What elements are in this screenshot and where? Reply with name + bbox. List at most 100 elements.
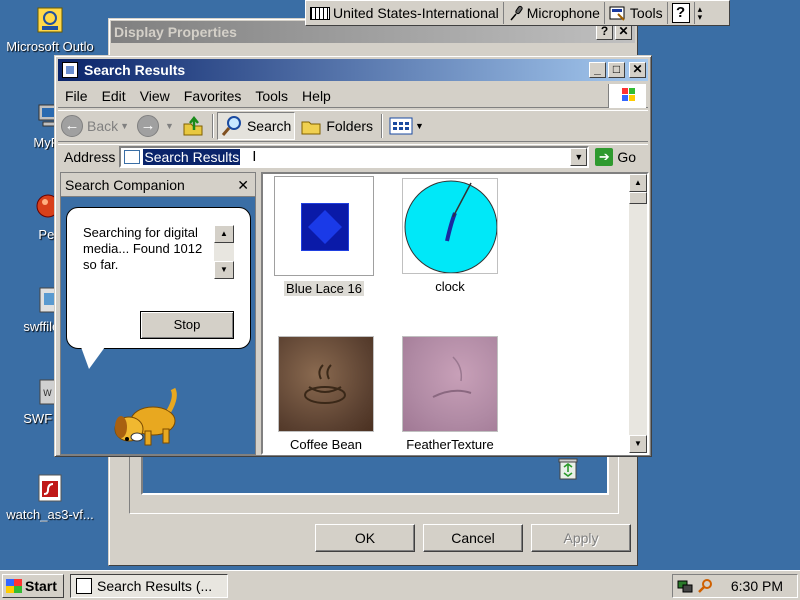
keyboard-icon [310, 6, 330, 20]
scroll-up-button[interactable]: ▲ [214, 225, 234, 243]
text-cursor-icon: I [252, 148, 257, 165]
search-button[interactable]: Search [216, 112, 296, 140]
tools-label: Tools [629, 5, 663, 21]
search-label: Search [246, 118, 292, 134]
windows-logo-icon [608, 84, 646, 108]
network-icon[interactable] [677, 578, 693, 594]
result-item[interactable]: clock [395, 178, 505, 294]
forward-button[interactable]: → ▼ [134, 112, 177, 140]
address-dropdown-button[interactable]: ▼ [570, 147, 588, 166]
menu-file[interactable]: File [58, 88, 95, 104]
bubble-tail [81, 347, 105, 369]
help-icon: ? [671, 3, 690, 23]
system-tray: 6:30 PM [672, 574, 798, 598]
go-label: Go [617, 148, 637, 165]
window-title: Search Results [84, 62, 186, 78]
search-dog-icon[interactable] [107, 371, 187, 451]
folders-icon [301, 121, 321, 135]
coffee-bean-thumbnail-icon [278, 336, 374, 432]
results-view: Blue Lace 16 clock Coffee Bean FeatherTe… [261, 172, 649, 455]
up-folder-button[interactable] [179, 112, 207, 140]
menu-help[interactable]: Help [295, 88, 338, 104]
scroll-track[interactable] [214, 243, 234, 261]
search-tray-icon[interactable] [697, 578, 713, 594]
feather-texture-thumbnail-icon [402, 336, 498, 432]
views-button[interactable]: ▼ [386, 112, 427, 140]
views-icon [389, 117, 413, 135]
scroll-up-button[interactable]: ▲ [629, 174, 647, 192]
back-label: Back [87, 118, 119, 134]
go-button[interactable]: ➔ Go [595, 147, 637, 166]
stop-button[interactable]: Stop [140, 311, 234, 339]
clock: 6:30 PM [730, 578, 783, 594]
close-button[interactable]: ✕ [629, 62, 646, 78]
help-button[interactable]: ? [668, 2, 695, 24]
forward-arrow-icon: → [137, 115, 160, 137]
search-results-titlebar[interactable]: Search Results _ □ ✕ [58, 59, 648, 81]
folders-label: Folders [326, 118, 374, 134]
menu-view[interactable]: View [133, 88, 177, 104]
result-item[interactable]: Blue Lace 16 [269, 176, 379, 296]
flash-file-icon [38, 474, 62, 502]
pane-title: Search Companion [65, 177, 185, 193]
taskbar-button-search-results[interactable]: Search Results (... [70, 574, 228, 598]
thumbnail-frame [274, 176, 374, 276]
microphone-icon [510, 5, 523, 21]
desktop-icon-label: watch_as3-vf... [6, 507, 94, 522]
address-bar: Address Search Results I ▼ ➔ Go [58, 144, 648, 168]
svg-text:W: W [43, 389, 52, 399]
results-scrollbar[interactable]: ▲ ▼ [629, 174, 647, 453]
chevron-down-icon: ▼ [165, 121, 174, 131]
search-companion-header: Search Companion ✕ [61, 173, 255, 197]
cancel-button[interactable]: Cancel [423, 524, 523, 552]
keyboard-label: United States-International [333, 5, 499, 21]
menu-favorites[interactable]: Favorites [177, 88, 249, 104]
toolbar-separator [381, 114, 384, 138]
folders-button[interactable]: Folders [297, 112, 376, 140]
keyboard-layout[interactable]: United States-International [306, 2, 504, 24]
result-item[interactable]: FeatherTexture [395, 336, 505, 452]
desktop-icon-outlook[interactable]: Microsoft Outlo [0, 4, 100, 54]
search-icon [221, 116, 241, 136]
menu-tools[interactable]: Tools [248, 88, 295, 104]
tools-button[interactable]: Tools [605, 2, 668, 24]
back-button[interactable]: ← Back ▼ [58, 112, 132, 140]
window-title: Display Properties [114, 24, 237, 40]
search-companion-pane: Search Companion ✕ Searching for digital… [60, 172, 256, 455]
help-button[interactable]: ? [596, 24, 613, 40]
language-bar: United States-International Microphone T… [305, 0, 730, 26]
status-bubble: Searching for digital media... Found 101… [66, 207, 251, 349]
bubble-scrollbar[interactable]: ▲ ▼ [214, 225, 234, 283]
go-arrow-icon: ➔ [595, 147, 614, 166]
window-icon [62, 62, 78, 78]
microphone-button[interactable]: Microphone [504, 2, 605, 24]
clock-thumbnail-icon [402, 178, 498, 274]
address-input[interactable]: Search Results I ▼ [119, 145, 590, 168]
toolbar-separator [211, 114, 214, 138]
start-label: Start [25, 578, 57, 594]
minimize-button[interactable]: _ [589, 62, 606, 78]
menu-edit[interactable]: Edit [95, 88, 133, 104]
scroll-down-button[interactable]: ▼ [214, 261, 234, 279]
microphone-label: Microphone [526, 5, 600, 21]
ok-button[interactable]: OK [315, 524, 415, 552]
desktop-icon-label: Microsoft Outlo [6, 39, 94, 54]
options-menu-button[interactable]: ▴ ▾ [695, 2, 706, 24]
options-arrow-icon: ▴ ▾ [697, 4, 703, 22]
start-button[interactable]: Start [2, 574, 64, 598]
search-results-window: Search Results _ □ ✕ File Edit View Favo… [54, 55, 652, 457]
tools-icon [609, 6, 625, 21]
outlook-icon [37, 7, 63, 33]
menu-bar: File Edit View Favorites Tools Help [58, 84, 648, 108]
desktop-icon-watch-as3[interactable]: watch_as3-vf... [0, 472, 100, 522]
result-label: FeatherTexture [406, 437, 494, 452]
scroll-down-button[interactable]: ▼ [629, 435, 647, 453]
chevron-down-icon: ▼ [120, 121, 130, 131]
recycle-bin-icon [558, 458, 578, 480]
close-icon[interactable]: ✕ [237, 173, 249, 197]
scroll-thumb[interactable] [629, 192, 647, 204]
result-item[interactable]: Coffee Bean [271, 336, 381, 452]
task-label: Search Results (... [97, 578, 213, 594]
close-button[interactable]: ✕ [615, 24, 632, 40]
maximize-button[interactable]: □ [608, 62, 625, 78]
